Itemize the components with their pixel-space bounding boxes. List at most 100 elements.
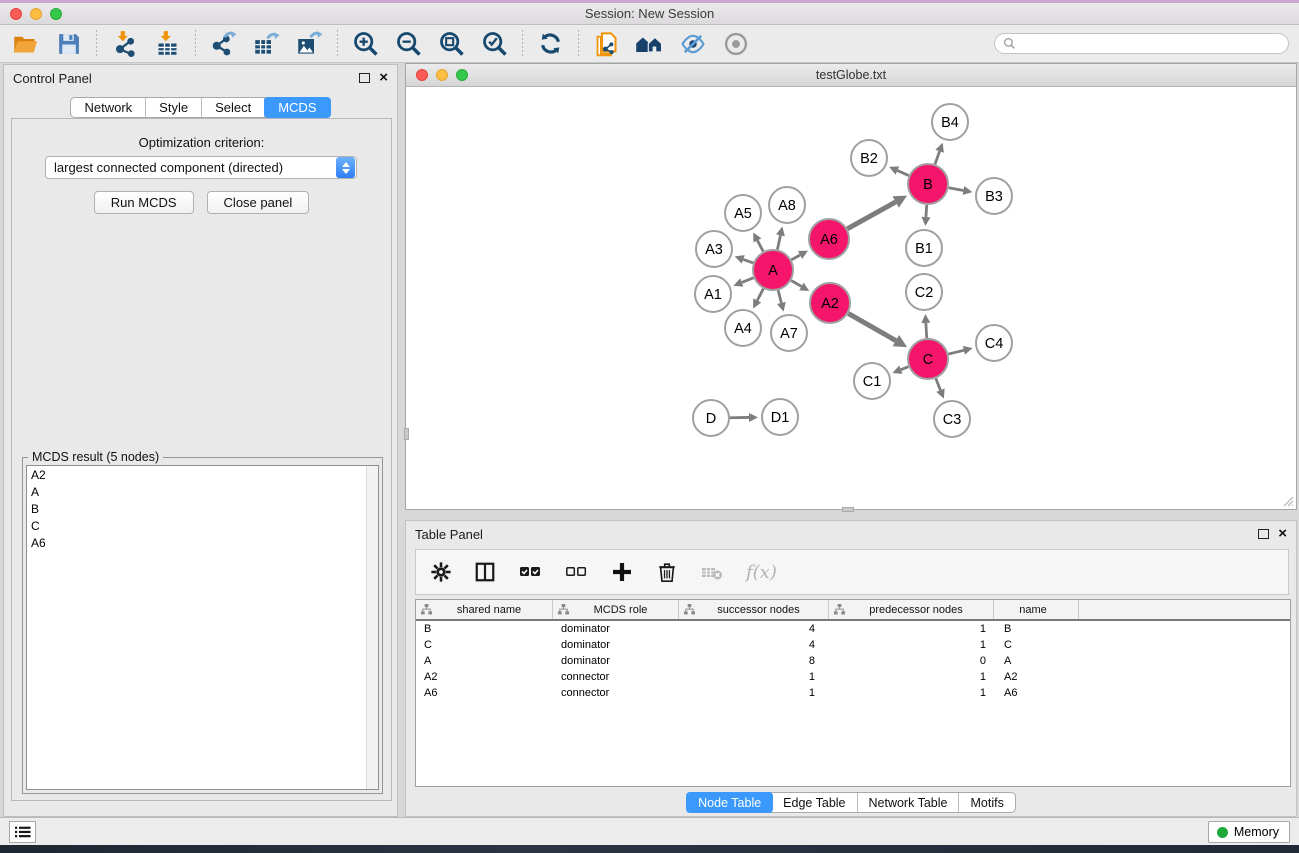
cell-successor-nodes[interactable]: 4: [679, 639, 829, 651]
cell-mcds-role[interactable]: dominator: [553, 623, 679, 635]
graph-edge-B-B2[interactable]: [889, 166, 909, 175]
graph-edge-A-A2[interactable]: [791, 281, 809, 291]
graph-node-A7[interactable]: A7: [771, 315, 807, 351]
tab-network-table[interactable]: Network Table: [858, 793, 960, 812]
column-header-mcds-role[interactable]: MCDS role: [553, 600, 679, 619]
network-canvas[interactable]: B4B2BB3A8A5A6A3B1AA1C2A2A4A7C4CC1C3DD1: [406, 87, 1296, 509]
float-table-panel-icon[interactable]: [1258, 529, 1269, 539]
graph-edge-A-A4[interactable]: [753, 289, 763, 309]
graph-node-A[interactable]: A: [753, 250, 793, 290]
cell-predecessor-nodes[interactable]: 1: [829, 671, 994, 683]
open-file-icon[interactable]: [4, 28, 47, 60]
import-network-icon[interactable]: [103, 28, 146, 60]
delete-icon[interactable]: [656, 561, 678, 583]
graph-edge-C-C4[interactable]: [948, 346, 972, 355]
graph-edge-A-A1[interactable]: [733, 278, 753, 287]
cell-predecessor-nodes[interactable]: 1: [829, 639, 994, 651]
tab-motifs[interactable]: Motifs: [959, 793, 1014, 812]
deselect-all-icon[interactable]: [564, 560, 588, 584]
result-item[interactable]: A2: [27, 466, 378, 483]
refresh-icon[interactable]: [529, 28, 572, 60]
show-visual-properties-icon[interactable]: [714, 28, 757, 60]
graph-edge-C-C3[interactable]: [936, 378, 945, 398]
graph-edge-A6-B[interactable]: [847, 196, 907, 229]
graph-node-A4[interactable]: A4: [725, 310, 761, 346]
graph-node-A5[interactable]: A5: [725, 195, 761, 231]
cell-shared-name[interactable]: C: [416, 639, 553, 651]
table-row[interactable]: A6 connector 1 1 A6: [416, 685, 1290, 701]
graph-edge-A-A7[interactable]: [777, 290, 786, 311]
cell-shared-name[interactable]: A2: [416, 671, 553, 683]
cell-successor-nodes[interactable]: 1: [679, 687, 829, 699]
cell-predecessor-nodes[interactable]: 1: [829, 623, 994, 635]
column-header-shared-name[interactable]: shared name: [416, 600, 553, 619]
graph-edge-C-C1[interactable]: [892, 365, 908, 373]
export-table-icon[interactable]: [245, 28, 288, 60]
zoom-in-icon[interactable]: [344, 28, 387, 60]
cell-successor-nodes[interactable]: 4: [679, 623, 829, 635]
cell-mcds-role[interactable]: dominator: [553, 655, 679, 667]
export-image-icon[interactable]: [288, 28, 331, 60]
export-network-icon[interactable]: [202, 28, 245, 60]
graph-node-B2[interactable]: B2: [851, 140, 887, 176]
graph-node-C3[interactable]: C3: [934, 401, 970, 437]
graph-node-C[interactable]: C: [908, 339, 948, 379]
graph-edge-A2-C[interactable]: [848, 313, 907, 347]
tab-style[interactable]: Style: [146, 98, 202, 117]
resize-grip-icon[interactable]: [1281, 494, 1294, 507]
cell-mcds-role[interactable]: connector: [553, 687, 679, 699]
zoom-out-icon[interactable]: [387, 28, 430, 60]
criterion-dropdown[interactable]: largest connected component (directed): [45, 156, 357, 179]
tab-select[interactable]: Select: [202, 98, 265, 117]
import-table-icon[interactable]: [146, 28, 189, 60]
save-session-icon[interactable]: [47, 28, 90, 60]
result-item[interactable]: B: [27, 500, 378, 517]
result-item[interactable]: A: [27, 483, 378, 500]
cell-mcds-role[interactable]: dominator: [553, 639, 679, 651]
graph-node-C4[interactable]: C4: [976, 325, 1012, 361]
memory-button[interactable]: Memory: [1208, 821, 1290, 843]
zoom-selected-icon[interactable]: [473, 28, 516, 60]
graph-node-A2[interactable]: A2: [810, 283, 850, 323]
graph-edge-A-A5[interactable]: [753, 232, 763, 251]
graph-edge-B-B3[interactable]: [949, 186, 973, 195]
graph-node-D[interactable]: D: [693, 400, 729, 436]
graph-node-B3[interactable]: B3: [976, 178, 1012, 214]
zoom-fit-icon[interactable]: [430, 28, 473, 60]
function-icon[interactable]: f(x): [746, 562, 777, 583]
result-list-scrollbar[interactable]: [366, 466, 378, 789]
table-row[interactable]: A dominator 8 0 A: [416, 653, 1290, 669]
table-row[interactable]: C dominator 4 1 C: [416, 637, 1290, 653]
close-panel-button[interactable]: Close panel: [207, 191, 310, 214]
result-item[interactable]: A6: [27, 534, 378, 551]
hide-visual-properties-icon[interactable]: [671, 28, 714, 60]
graph-edge-A-A8[interactable]: [776, 227, 785, 250]
cell-name[interactable]: C: [994, 639, 1079, 651]
cell-name[interactable]: A6: [994, 687, 1079, 699]
graph-node-B[interactable]: B: [908, 164, 948, 204]
splitter-handle-bottom[interactable]: [842, 507, 854, 512]
graph-edge-B-B4[interactable]: [935, 143, 944, 164]
column-header-predecessor-nodes[interactable]: predecessor nodes: [829, 600, 994, 619]
cell-shared-name[interactable]: A: [416, 655, 553, 667]
graph-edge-A-A3[interactable]: [735, 255, 753, 263]
graph-node-A6[interactable]: A6: [809, 219, 849, 259]
cell-mcds-role[interactable]: connector: [553, 671, 679, 683]
graph-edge-C-C2[interactable]: [921, 314, 930, 338]
clone-network-icon[interactable]: [585, 28, 628, 60]
table-row[interactable]: B dominator 4 1 B: [416, 621, 1290, 637]
gear-icon[interactable]: [430, 561, 452, 583]
cell-name[interactable]: A: [994, 655, 1079, 667]
result-item[interactable]: C: [27, 517, 378, 534]
graph-node-B1[interactable]: B1: [906, 230, 942, 266]
search-input[interactable]: [1021, 37, 1280, 51]
select-all-icon[interactable]: [518, 560, 542, 584]
delete-table-icon[interactable]: [700, 560, 724, 584]
splitter-handle-left[interactable]: [404, 428, 409, 440]
graph-edge-A-A6[interactable]: [791, 251, 808, 260]
tab-network[interactable]: Network: [71, 98, 146, 117]
cell-shared-name[interactable]: A6: [416, 687, 553, 699]
graph-edge-D-D1[interactable]: [730, 413, 758, 422]
table-row[interactable]: A2 connector 1 1 A2: [416, 669, 1290, 685]
cell-predecessor-nodes[interactable]: 1: [829, 687, 994, 699]
